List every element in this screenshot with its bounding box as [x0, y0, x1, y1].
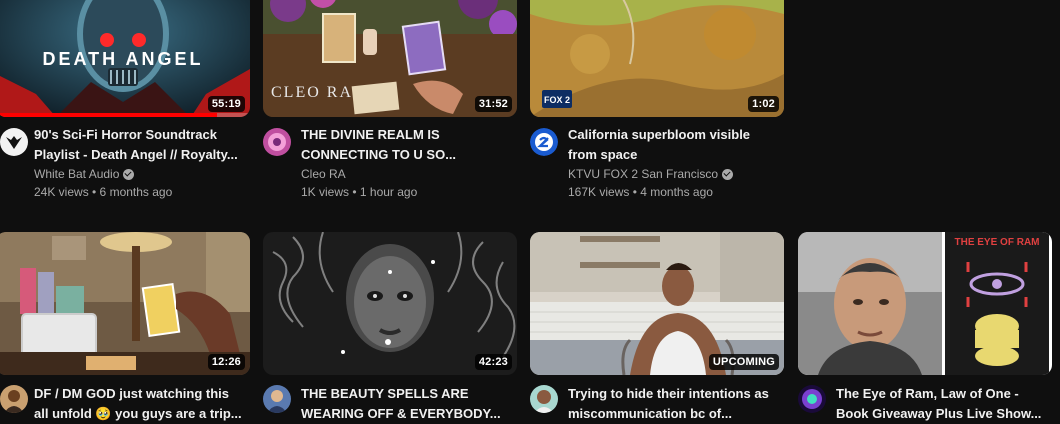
video-thumbnail[interactable]: THE EYE OF RAM	[798, 232, 1052, 375]
video-thumbnail[interactable]: UPCOMING	[530, 232, 784, 375]
video-title[interactable]: DF / DM GOD just watching this all unfol…	[34, 384, 244, 424]
video-title[interactable]: THE BEAUTY SPELLS ARE WEARING OFF & EVER…	[301, 384, 511, 424]
book-cover-title-text: THE EYE OF RAM	[954, 237, 1039, 248]
channel-name[interactable]: Cleo RA	[301, 165, 511, 183]
video-stats: 24K views • 6 months ago	[34, 185, 173, 199]
verified-badge-icon	[123, 168, 135, 180]
channel-name[interactable]: KTVU FOX 2 San Francisco	[568, 165, 778, 183]
thumbnail-watermark-text: CLEO RA	[271, 84, 353, 101]
thumbnail-title-text: DEATH ANGEL	[43, 49, 204, 69]
duration-badge: 12:26	[207, 354, 245, 370]
video-title[interactable]: The Eye of Ram, Law of One - Book Giveaw…	[836, 384, 1046, 424]
channel-name-text: White Bat Audio	[34, 167, 120, 181]
video-stats: 167K views • 4 months ago	[568, 185, 713, 199]
video-stats: 1K views • 1 hour ago	[301, 185, 418, 199]
verified-badge-icon	[722, 168, 734, 180]
video-thumbnail[interactable]: CLEO RA 31:52	[263, 0, 517, 117]
duration-badge: 1:02	[748, 96, 779, 112]
video-thumbnail[interactable]: 42:23	[263, 232, 517, 375]
channel-avatar[interactable]	[530, 128, 558, 156]
channel-avatar[interactable]	[0, 128, 28, 156]
channel-name-text: Cleo RA	[301, 167, 346, 181]
video-thumbnail[interactable]: DEATH ANGEL 55:19	[0, 0, 250, 117]
channel-avatar[interactable]	[263, 385, 291, 413]
watch-progress-bar	[0, 113, 217, 117]
duration-badge: 55:19	[207, 96, 245, 112]
video-thumbnail[interactable]: 12:26	[0, 232, 250, 375]
video-title[interactable]: Trying to hide their intentions as misco…	[568, 384, 778, 424]
duration-badge: 31:52	[474, 96, 512, 112]
video-title[interactable]: 90's Sci-Fi Horror Soundtrack Playlist -…	[34, 125, 244, 165]
news-logo-text: FOX 2	[544, 95, 570, 105]
channel-name[interactable]: White Bat Audio	[34, 165, 244, 183]
channel-name-text: KTVU FOX 2 San Francisco	[568, 167, 719, 181]
channel-avatar[interactable]	[798, 385, 826, 413]
video-thumbnail[interactable]: FOX 2 1:02	[530, 0, 784, 117]
upcoming-badge: UPCOMING	[708, 354, 779, 370]
channel-avatar[interactable]	[0, 385, 28, 413]
video-title[interactable]: California superbloom visible from space	[568, 125, 778, 165]
channel-avatar[interactable]	[263, 128, 291, 156]
video-title[interactable]: THE DIVINE REALM IS CONNECTING TO U SO..…	[301, 125, 511, 165]
channel-avatar[interactable]	[530, 385, 558, 413]
duration-badge: 42:23	[474, 354, 512, 370]
